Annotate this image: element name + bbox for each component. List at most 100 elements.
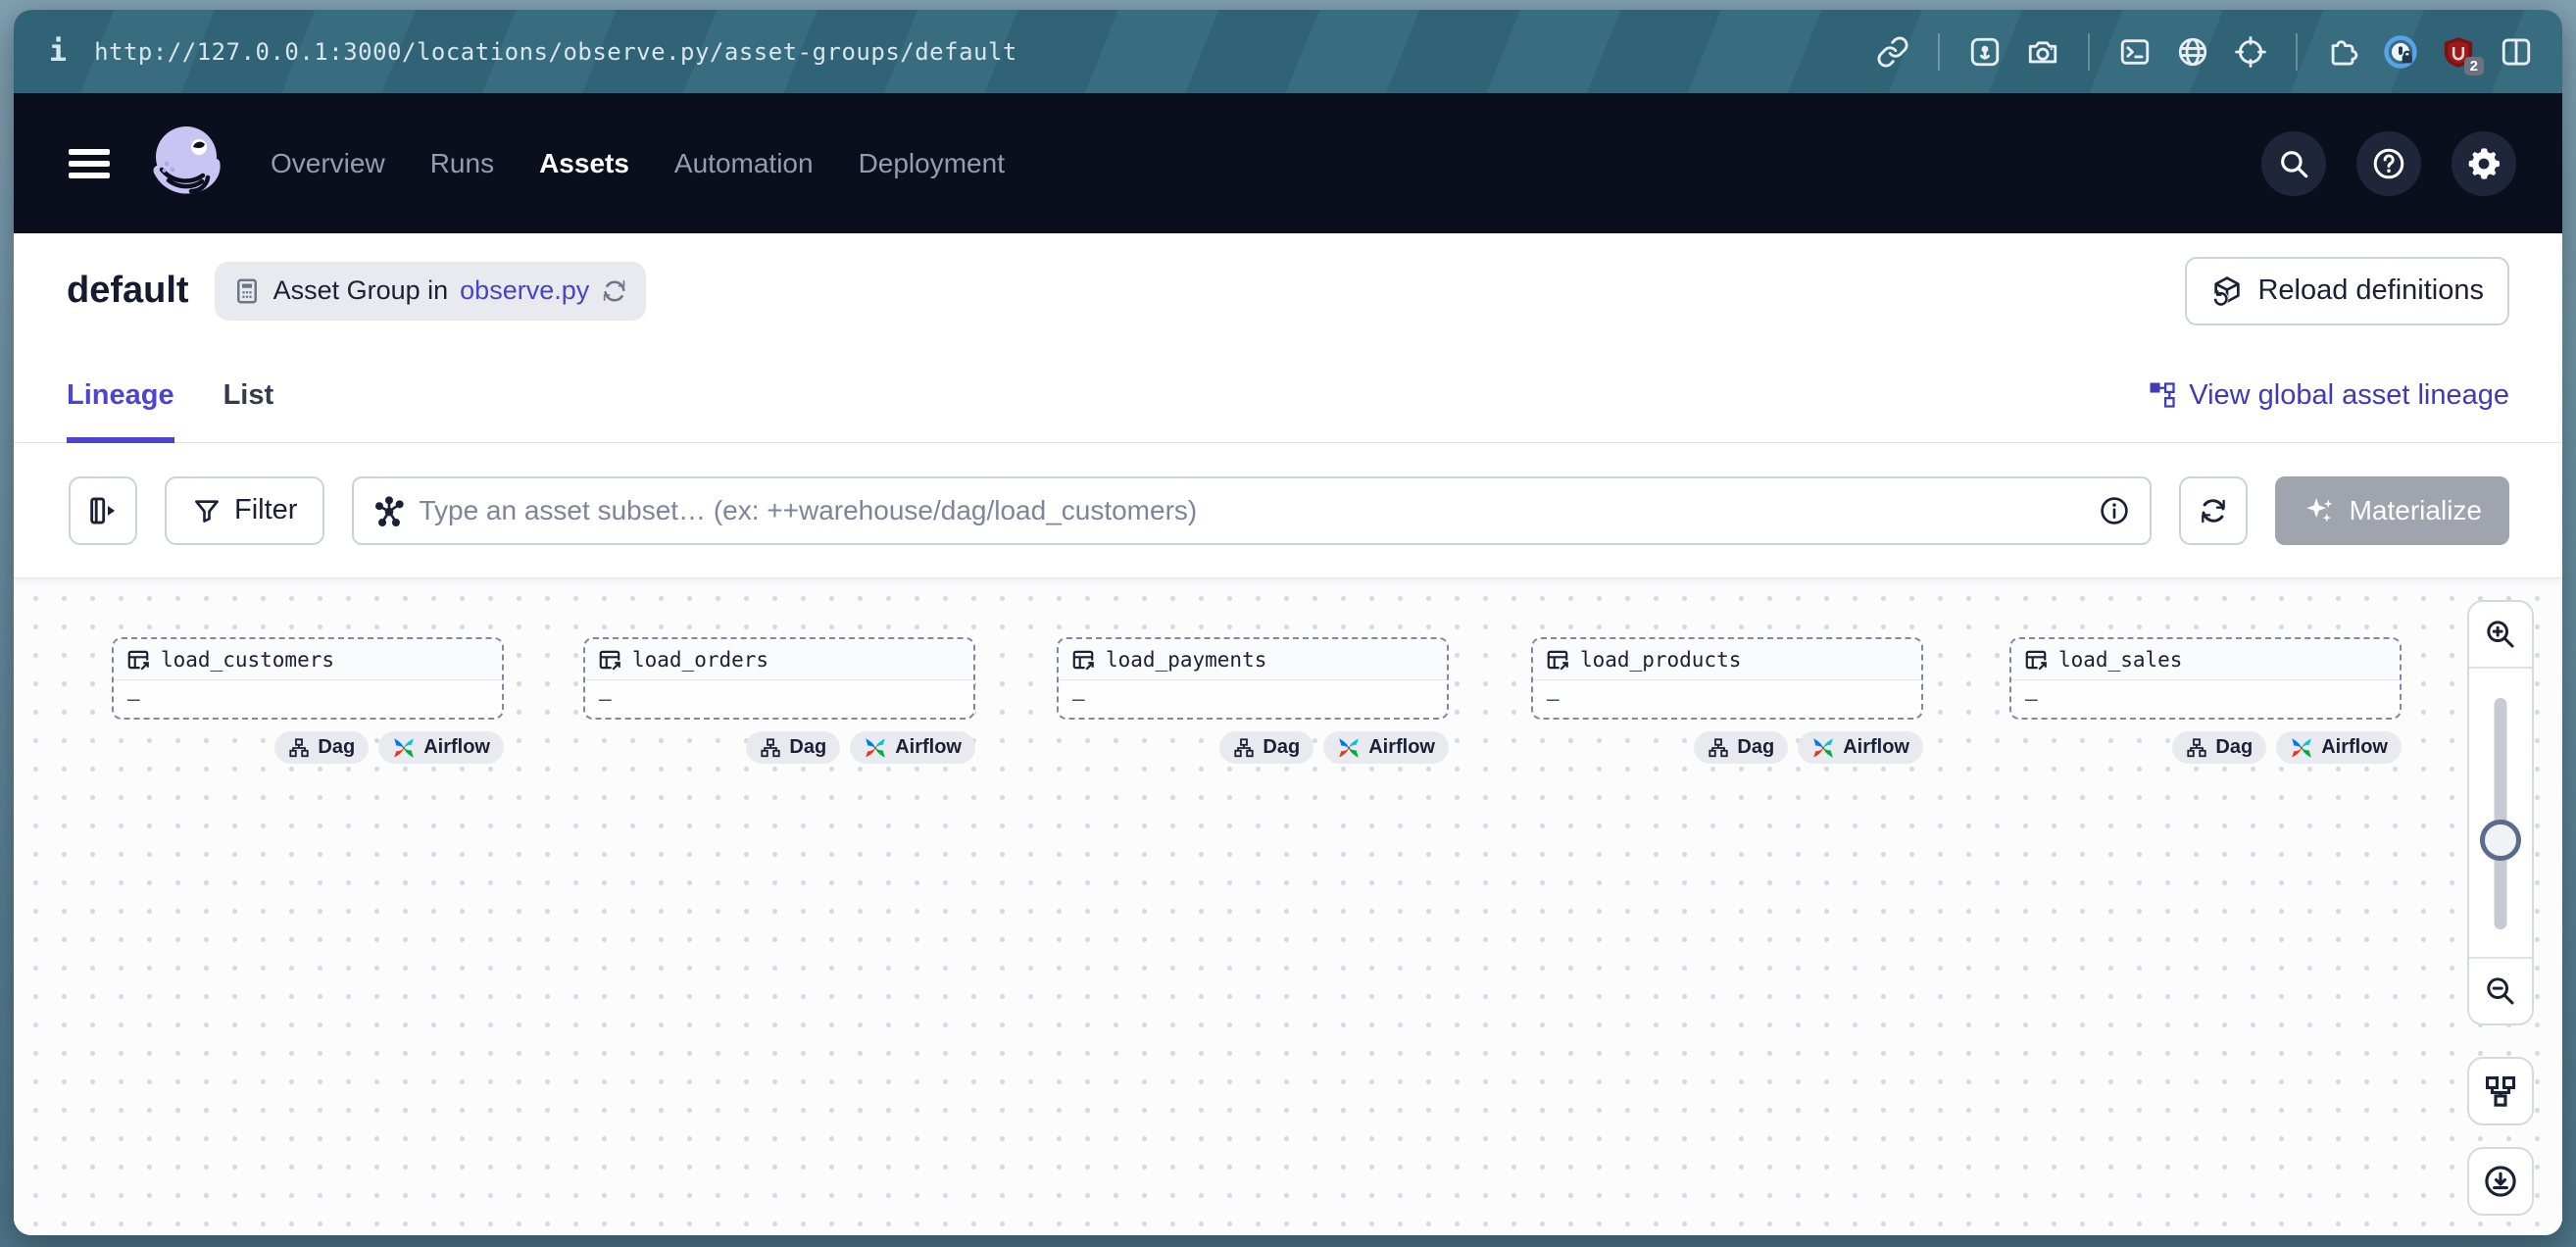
dag-badge[interactable]: Dag xyxy=(746,731,840,764)
asset-node-load-products[interactable]: load_products – xyxy=(1531,637,1923,720)
crosshair-icon[interactable] xyxy=(2234,35,2267,69)
asset-node-load-payments[interactable]: load_payments – xyxy=(1057,637,1449,720)
filter-label: Filter xyxy=(234,494,297,526)
tab-lineage-label: Lineage xyxy=(67,379,174,412)
help-button[interactable] xyxy=(2356,131,2421,196)
download-icon xyxy=(2483,1164,2518,1199)
asset-name: load_customers xyxy=(161,648,334,672)
info-icon: i xyxy=(49,34,67,69)
tab-list-label: List xyxy=(223,379,274,412)
dag-icon xyxy=(2186,737,2207,759)
nav-item-assets[interactable]: Assets xyxy=(539,148,629,179)
dag-badge[interactable]: Dag xyxy=(1694,731,1788,764)
ublock-extension[interactable]: 2 xyxy=(2442,35,2475,69)
reload-definitions-label: Reload definitions xyxy=(2257,274,2484,307)
dag-badge[interactable]: Dag xyxy=(274,731,369,764)
asset-node-header: load_customers xyxy=(114,639,502,680)
terminal-icon[interactable] xyxy=(2118,35,2152,69)
dag-badge-label: Dag xyxy=(1737,736,1774,759)
lineage-canvas[interactable]: load_customers – Dag Airflow load_ord xyxy=(14,578,2562,1235)
zoom-slider-track[interactable] xyxy=(2495,698,2507,929)
airflow-badge[interactable]: Airflow xyxy=(2276,731,2402,764)
observable-table-icon xyxy=(125,647,151,673)
sync-icon[interactable] xyxy=(601,277,628,305)
browser-window: i http://127.0.0.1:3000/locations/observ… xyxy=(14,10,2562,1235)
info-circle-icon[interactable] xyxy=(2099,495,2130,526)
dagster-logo-icon[interactable] xyxy=(147,122,225,206)
materialize-button[interactable]: Materialize xyxy=(2275,476,2509,545)
panel-expand-icon xyxy=(86,494,120,527)
link-icon[interactable] xyxy=(1876,35,1909,69)
asset-node-status: – xyxy=(1533,680,1921,718)
dag-badge-label: Dag xyxy=(789,736,826,759)
split-view-icon[interactable] xyxy=(2500,35,2533,69)
asset-group-icon xyxy=(232,276,262,306)
filter-button[interactable]: Filter xyxy=(165,476,324,545)
view-global-asset-lineage-link[interactable]: View global asset lineage xyxy=(2148,379,2509,412)
asset-badges: Dag Airflow xyxy=(1531,731,1923,764)
asset-name: load_payments xyxy=(1106,648,1266,672)
filter-funnel-icon xyxy=(192,496,222,525)
asset-badges: Dag Airflow xyxy=(583,731,975,764)
asset-wrap: load_products – Dag Airflow xyxy=(1531,637,1923,764)
download-image-button[interactable] xyxy=(2467,1147,2534,1216)
tab-list[interactable]: List xyxy=(223,348,274,442)
airflow-badge[interactable]: Airflow xyxy=(378,731,504,764)
dag-badge[interactable]: Dag xyxy=(2172,731,2266,764)
onepassword-icon[interactable] xyxy=(2384,35,2417,69)
nav-item-runs[interactable]: Runs xyxy=(430,148,494,179)
nav-item-automation[interactable]: Automation xyxy=(674,148,814,179)
nav-item-deployment[interactable]: Deployment xyxy=(859,148,1005,179)
asset-node-status: – xyxy=(2011,680,2400,718)
tab-lineage[interactable]: Lineage xyxy=(67,348,174,442)
observable-table-icon xyxy=(2023,647,2049,673)
rearrange-layout-button[interactable] xyxy=(2467,1057,2534,1125)
asset-node-load-sales[interactable]: load_sales – xyxy=(2009,637,2402,720)
asset-node-load-orders[interactable]: load_orders – xyxy=(583,637,975,720)
observable-table-icon xyxy=(1545,647,1570,673)
asset-subset-input[interactable] xyxy=(419,495,2084,526)
dag-badge[interactable]: Dag xyxy=(1219,731,1313,764)
asset-group-file-link[interactable]: observe.py xyxy=(460,275,589,306)
asset-wrap: load_orders – Dag Airflow xyxy=(583,637,975,764)
asset-group-badge: Asset Group in observe.py xyxy=(215,262,647,321)
airflow-badge[interactable]: Airflow xyxy=(1323,731,1449,764)
refresh-icon xyxy=(2198,495,2229,526)
help-icon xyxy=(2371,146,2406,181)
airflow-badge[interactable]: Airflow xyxy=(850,731,975,764)
camera-icon[interactable] xyxy=(2026,35,2059,69)
zoom-control-panel xyxy=(2467,600,2534,1025)
hamburger-menu-icon[interactable] xyxy=(69,149,110,178)
graph-layout-icon xyxy=(2484,1074,2517,1108)
zoom-in-button[interactable] xyxy=(2469,602,2532,669)
settings-button[interactable] xyxy=(2452,131,2516,196)
dag-badge-label: Dag xyxy=(2215,736,2253,759)
observable-table-icon xyxy=(1070,647,1096,673)
puzzle-extension-icon[interactable] xyxy=(2326,35,2359,69)
search-button[interactable] xyxy=(2261,131,2326,196)
open-sidebar-button[interactable] xyxy=(69,476,137,545)
zoom-out-button[interactable] xyxy=(2469,957,2532,1023)
sparkles-icon xyxy=(2303,494,2336,527)
onepassword-extension[interactable] xyxy=(2384,35,2417,69)
page-header: default Asset Group in observe.py Reload… xyxy=(14,233,2562,348)
nav-item-overview[interactable]: Overview xyxy=(271,148,385,179)
airflow-badge[interactable]: Airflow xyxy=(1798,731,1923,764)
nav-links: Overview Runs Assets Automation Deployme… xyxy=(271,148,1005,179)
asset-badges: Dag Airflow xyxy=(2009,731,2402,764)
asset-badges: Dag Airflow xyxy=(112,731,504,764)
refresh-graph-button[interactable] xyxy=(2179,476,2248,545)
gear-icon xyxy=(2466,146,2502,181)
asset-node-header: load_products xyxy=(1533,639,1921,680)
materialize-label: Materialize xyxy=(2350,495,2482,526)
zoom-slider[interactable] xyxy=(2469,669,2532,957)
asset-wrap: load_customers – Dag Airflow xyxy=(112,637,504,764)
tabs-bar: Lineage List View global asset lineage xyxy=(14,348,2562,443)
image-flower-icon[interactable] xyxy=(1968,35,2002,69)
url-text[interactable]: http://127.0.0.1:3000/locations/observe.… xyxy=(94,38,1017,66)
reload-definitions-button[interactable]: Reload definitions xyxy=(2185,257,2509,325)
urlbar-divider xyxy=(2088,33,2090,71)
asset-node-load-customers[interactable]: load_customers – xyxy=(112,637,504,720)
zoom-slider-handle[interactable] xyxy=(2480,820,2521,861)
globe-icon[interactable] xyxy=(2176,35,2209,69)
